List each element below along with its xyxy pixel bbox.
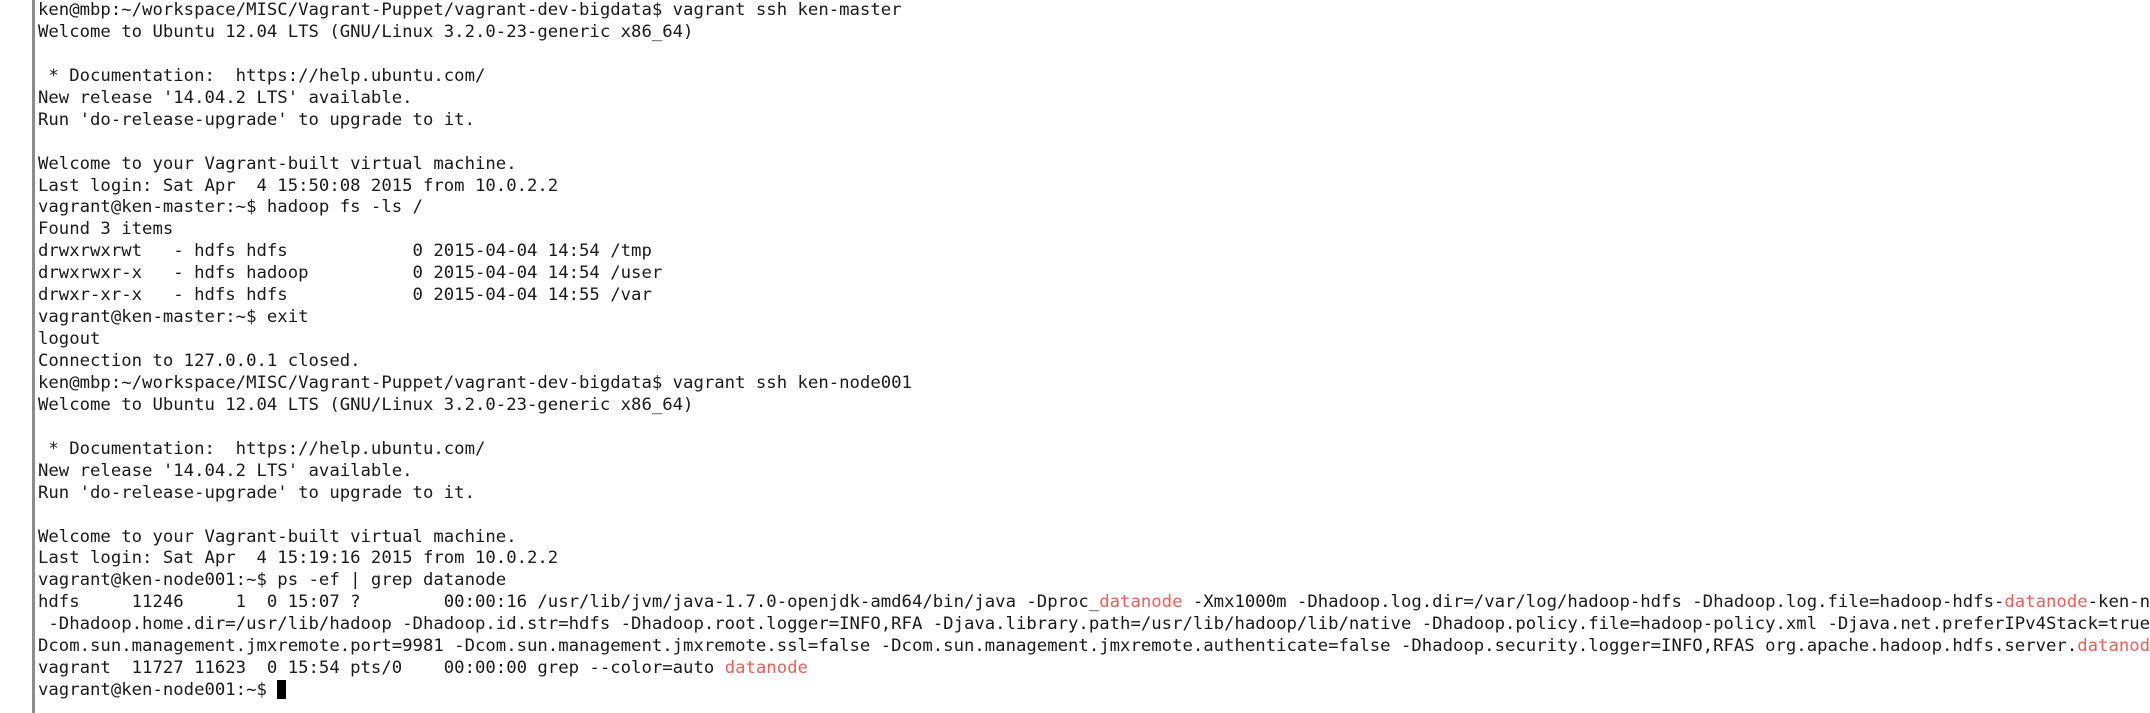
terminal-line: drwxrwxrwt - hdfs hdfs 0 2015-04-04 14:5… bbox=[38, 241, 2150, 263]
terminal-text: logout bbox=[38, 329, 101, 350]
terminal-text: Last login: Sat Apr 4 15:50:08 2015 from… bbox=[38, 175, 559, 196]
terminal-line: * Documentation: https://help.ubuntu.com… bbox=[38, 66, 2150, 88]
terminal-line: Found 3 items bbox=[38, 219, 2150, 241]
terminal-text: Last login: Sat Apr 4 15:19:16 2015 from… bbox=[38, 548, 559, 569]
terminal-text: Dcom.sun.management.jmxremote.port=9981 … bbox=[38, 636, 2078, 657]
terminal-line: Last login: Sat Apr 4 15:50:08 2015 from… bbox=[38, 176, 2150, 198]
terminal-line: drwxrwxr-x - hdfs hadoop 0 2015-04-04 14… bbox=[38, 263, 2150, 285]
terminal-text: Welcome to Ubuntu 12.04 LTS (GNU/Linux 3… bbox=[38, 394, 694, 415]
terminal-output[interactable]: ken@mbp:~/workspace/MISC/Vagrant-Puppet/… bbox=[38, 0, 2150, 713]
terminal-line: hdfs 11246 1 0 15:07 ? 00:00:16 /usr/lib… bbox=[38, 592, 2150, 614]
terminal-text: drwxr-xr-x - hdfs hdfs 0 2015-04-04 14:5… bbox=[38, 285, 652, 306]
terminal-text: Run 'do-release-upgrade' to upgrade to i… bbox=[38, 109, 475, 130]
terminal-line: New release '14.04.2 LTS' available. bbox=[38, 88, 2150, 110]
terminal-text: Found 3 items bbox=[38, 219, 174, 240]
terminal-text: drwxrwxr-x - hdfs hadoop 0 2015-04-04 14… bbox=[38, 263, 663, 284]
window-left-border bbox=[32, 0, 35, 713]
terminal-line: Welcome to Ubuntu 12.04 LTS (GNU/Linux 3… bbox=[38, 395, 2150, 417]
terminal-text: Connection to 127.0.0.1 closed. bbox=[38, 351, 361, 371]
terminal-line: vagrant@ken-node001:~$ bbox=[38, 680, 2150, 702]
terminal-line: Last login: Sat Apr 4 15:19:16 2015 from… bbox=[38, 548, 2150, 570]
terminal-text: * Documentation: https://help.ubuntu.com… bbox=[38, 65, 486, 86]
terminal-line: * Documentation: https://help.ubuntu.com… bbox=[38, 439, 2150, 461]
terminal-text: Welcome to Ubuntu 12.04 LTS (GNU/Linux 3… bbox=[38, 21, 694, 42]
terminal-line: vagrant@ken-node001:~$ ps -ef | grep dat… bbox=[38, 570, 2150, 592]
terminal-line: vagrant@ken-master:~$ hadoop fs -ls / bbox=[38, 197, 2150, 219]
terminal-line: Welcome to your Vagrant-built virtual ma… bbox=[38, 154, 2150, 176]
terminal-line: vagrant@ken-master:~$ exit bbox=[38, 307, 2150, 329]
terminal-line: Welcome to Ubuntu 12.04 LTS (GNU/Linux 3… bbox=[38, 22, 2150, 44]
terminal-text: * Documentation: https://help.ubuntu.com… bbox=[38, 438, 486, 459]
terminal-window[interactable]: ken@mbp:~/workspace/MISC/Vagrant-Puppet/… bbox=[0, 0, 2150, 713]
terminal-text: vagrant@ken-master:~$ hadoop fs -ls / bbox=[38, 197, 423, 218]
terminal-line: ken@mbp:~/workspace/MISC/Vagrant-Puppet/… bbox=[38, 0, 2150, 22]
terminal-text: -ken-node001.l bbox=[2087, 592, 2150, 613]
terminal-text: vagrant@ken-node001:~$ ps -ef | grep dat… bbox=[38, 570, 507, 591]
terminal-line: Run 'do-release-upgrade' to upgrade to i… bbox=[38, 110, 2150, 132]
terminal-text: -Xmx1000m -Dhadoop.log.dir=/var/log/hado… bbox=[1182, 592, 2005, 613]
terminal-line: drwxr-xr-x - hdfs hdfs 0 2015-04-04 14:5… bbox=[38, 285, 2150, 307]
terminal-line: Welcome to your Vagrant-built virtual ma… bbox=[38, 527, 2150, 549]
terminal-text: vagrant@ken-node001:~$ bbox=[38, 680, 278, 701]
terminal-text: ken@mbp:~/workspace/MISC/Vagrant-Puppet/… bbox=[38, 372, 912, 393]
highlighted-match: datanode bbox=[724, 658, 808, 679]
terminal-text: drwxrwxrwt - hdfs hdfs 0 2015-04-04 14:5… bbox=[38, 241, 652, 262]
terminal-text: New release '14.04.2 LTS' available. bbox=[38, 460, 413, 481]
terminal-line: Run 'do-release-upgrade' to upgrade to i… bbox=[38, 483, 2150, 505]
terminal-line: Connection to 127.0.0.1 closed. bbox=[38, 351, 2150, 373]
highlighted-match: datanode bbox=[2077, 636, 2150, 657]
terminal-line: vagrant 11727 11623 0 15:54 pts/0 00:00:… bbox=[38, 658, 2150, 680]
terminal-line: ken@mbp:~/workspace/MISC/Vagrant-Puppet/… bbox=[38, 373, 2150, 395]
terminal-text: ken@mbp:~/workspace/MISC/Vagrant-Puppet/… bbox=[38, 0, 902, 20]
terminal-line: Dcom.sun.management.jmxremote.port=9981 … bbox=[38, 636, 2150, 658]
highlighted-match: datanode bbox=[2004, 592, 2088, 613]
terminal-line: New release '14.04.2 LTS' available. bbox=[38, 461, 2150, 483]
terminal-text: -Dhadoop.home.dir=/usr/lib/hadoop -Dhado… bbox=[38, 614, 2150, 635]
highlighted-match: datanode bbox=[1099, 592, 1183, 613]
terminal-line: logout bbox=[38, 329, 2150, 351]
terminal-text: Run 'do-release-upgrade' to upgrade to i… bbox=[38, 482, 475, 503]
terminal-cursor bbox=[277, 680, 287, 700]
terminal-text: vagrant@ken-master:~$ exit bbox=[38, 307, 309, 328]
terminal-text: Welcome to your Vagrant-built virtual ma… bbox=[38, 526, 517, 547]
terminal-text: vagrant 11727 11623 0 15:54 pts/0 00:00:… bbox=[38, 658, 725, 679]
terminal-text: New release '14.04.2 LTS' available. bbox=[38, 87, 413, 108]
terminal-line: -Dhadoop.home.dir=/usr/lib/hadoop -Dhado… bbox=[38, 614, 2150, 636]
terminal-text: hdfs 11246 1 0 15:07 ? 00:00:16 /usr/lib… bbox=[38, 592, 1100, 613]
terminal-text: Welcome to your Vagrant-built virtual ma… bbox=[38, 153, 517, 174]
